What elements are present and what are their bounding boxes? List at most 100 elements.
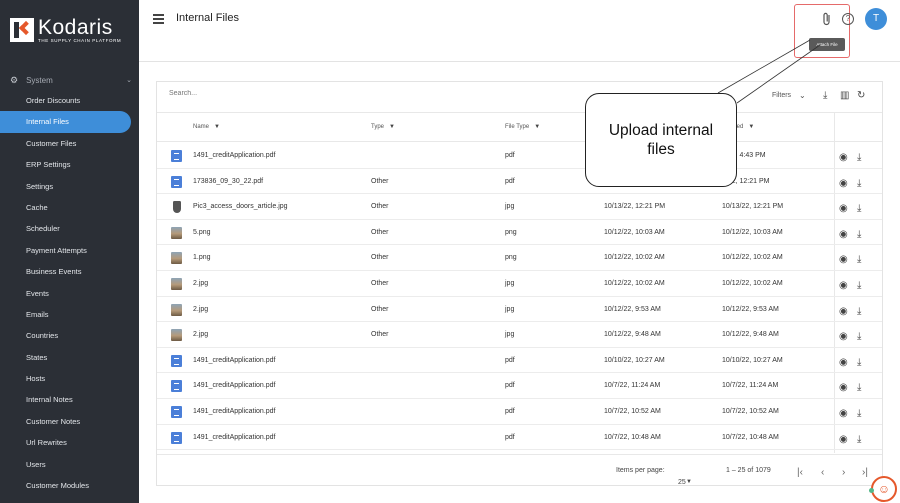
sidebar-item[interactable]: Scheduler [0,218,139,239]
sidebar-item[interactable]: Customer Modules [0,475,139,496]
table-row[interactable]: 1491_creditApplication.pdf pdf 10/7/22, 10… [157,399,882,425]
view-icon[interactable]: ◉ [839,306,848,317]
cell-updated: 10/12/22, 9:48 AM [722,331,779,339]
view-icon[interactable]: ◉ [839,357,848,368]
download-icon[interactable]: ⤓ [857,178,861,189]
sidebar-item[interactable]: Users [0,454,139,475]
cell-created: 10/12/22, 10:02 AM [604,279,665,287]
column-header-name[interactable]: Name ▼ [193,124,220,130]
first-page-icon[interactable]: |‹ [797,467,803,478]
cell-type: Other [371,228,389,236]
download-icon[interactable]: ⤓ [857,382,861,393]
view-icon[interactable]: ◉ [839,382,848,393]
table-row[interactable]: 2.jpg Other jpg 10/12/22, 9:48 AM 10/12/22, … [157,322,882,348]
table-row[interactable]: 5.png Other png 10/12/22, 10:03 AM 10/12/22,… [157,220,882,246]
cell-updated: 10/7/22, 10:52 AM [722,407,779,415]
document-icon [171,354,182,367]
table-row[interactable]: 2.jpg Other jpg 10/12/22, 9:53 AM 10/12/22, … [157,297,882,323]
callout-line-2: files [647,141,675,158]
view-icon[interactable]: ◉ [839,434,848,445]
download-icon[interactable]: ⤓ [857,331,861,342]
sidebar-item[interactable]: Url Rewrites [0,432,139,453]
sidebar-item[interactable]: Hosts [0,368,139,389]
table-row[interactable]: 1491_creditApplication.pdf pdf 4/22, 4:43 … [157,143,882,169]
table-header: Name ▼ Type ▼ File Type ▼ ted ▼ [157,113,882,142]
file-thumbnail-icon [173,201,181,214]
refresh-icon[interactable]: ↻ [857,90,865,101]
download-icon[interactable]: ⤓ [857,434,861,445]
view-icon[interactable]: ◉ [839,203,848,214]
sidebar-item[interactable]: Countries [0,325,139,346]
download-icon[interactable]: ⤓ [857,306,861,317]
columns-icon[interactable]: ▥ [840,90,849,101]
download-icon[interactable]: ⤓ [823,90,827,101]
table-row[interactable]: 1491_creditApplication.pdf pdf 10/7/22, 10… [157,425,882,451]
download-icon[interactable]: ⤓ [857,408,861,419]
table-row[interactable]: 1.png Other png 10/12/22, 10:02 AM 10/12/22,… [157,245,882,271]
table-row[interactable]: 1491_creditApplication.pdf pdf 10/10/22, 1… [157,348,882,374]
column-header-type[interactable]: Type ▼ [371,124,395,130]
view-icon[interactable]: ◉ [839,229,848,240]
column-header-updated[interactable]: ted ▼ [735,124,754,130]
filters-button[interactable]: Filters [772,92,791,99]
download-icon[interactable]: ⤓ [857,203,861,214]
download-icon[interactable]: ⤓ [857,357,861,368]
view-icon[interactable]: ◉ [839,254,848,265]
sidebar-section-system[interactable]: ⚙ System ⌄ [10,73,132,87]
chat-icon[interactable]: ☺ [871,476,897,502]
cell-file-type: pdf [505,433,515,441]
sidebar-item[interactable]: Events [0,283,139,304]
avatar[interactable]: T [865,8,887,30]
sidebar-item[interactable]: States [0,347,139,368]
table-row[interactable]: 173836_09_30_22.pdf Other pdf 3/22, 12:21 P… [157,169,882,195]
download-icon[interactable]: ⤓ [857,229,861,240]
menu-icon[interactable] [153,14,164,24]
table-row[interactable]: Pic3_access_doors_article.jpg Other jpg 10/… [157,194,882,220]
help-icon[interactable]: ? [842,13,854,25]
previous-page-icon[interactable]: ‹ [821,467,824,478]
sidebar-item[interactable]: Payment Attempts [0,240,139,261]
download-icon[interactable]: ⤓ [857,254,861,265]
kodaris-logo[interactable]: Kodaris THE SUPPLY CHAIN PLATFORM [10,16,121,46]
view-icon[interactable]: ◉ [839,178,848,189]
logo-mark-icon [10,18,34,42]
table-row[interactable]: 2.jpg Other jpg 10/12/22, 10:02 AM 10/12/22,… [157,271,882,297]
cell-created: 10/7/22, 11:24 AM [604,382,661,390]
sidebar-item[interactable]: Cache [0,197,139,218]
cell-name: 1491_creditApplication.pdf [193,382,276,390]
sidebar-section-label: System [26,75,53,85]
next-page-icon[interactable]: › [842,467,845,478]
cell-file-type: png [505,228,517,236]
cell-name: 5.png [193,228,211,236]
sidebar-item[interactable]: Internal Notes [0,389,139,410]
image-thumbnail-icon [171,252,182,265]
view-icon[interactable]: ◉ [839,408,848,419]
sidebar-item[interactable]: Customer Files [0,133,139,154]
cell-name: Pic3_access_doors_article.jpg [193,203,288,211]
column-header-file-type[interactable]: File Type ▼ [505,124,540,130]
sidebar-item[interactable]: Business Events [0,261,139,282]
sidebar-item[interactable]: Settings [0,176,139,197]
view-icon[interactable]: ◉ [839,331,848,342]
download-icon[interactable]: ⤓ [857,152,861,163]
sidebar-item[interactable]: ERP Settings [0,154,139,175]
view-icon[interactable]: ◉ [839,152,848,163]
chevron-down-icon[interactable]: ⌄ [799,91,806,100]
document-icon [171,431,182,444]
document-icon [171,150,182,162]
sidebar-item[interactable]: Customer Notes [0,411,139,432]
search-input[interactable] [169,90,369,97]
cell-name: 173836_09_30_22.pdf [193,177,264,185]
sidebar-item[interactable]: Order Discounts [0,90,139,111]
last-page-icon[interactable]: ›| [862,467,868,478]
view-icon[interactable]: ◉ [839,280,848,291]
sidebar-item[interactable]: Emails [0,304,139,325]
sidebar-item[interactable]: Internal Files [0,111,131,133]
cell-type: Other [371,203,389,211]
paperclip-icon[interactable] [821,12,833,26]
table-row[interactable]: 1491_creditApplication.pdf pdf 10/7/22, 11… [157,373,882,399]
cell-updated: 10/7/22, 11:24 AM [722,382,779,390]
download-icon[interactable]: ⤓ [857,280,861,291]
page-title: Internal Files [176,12,239,24]
document-icon [171,380,182,393]
